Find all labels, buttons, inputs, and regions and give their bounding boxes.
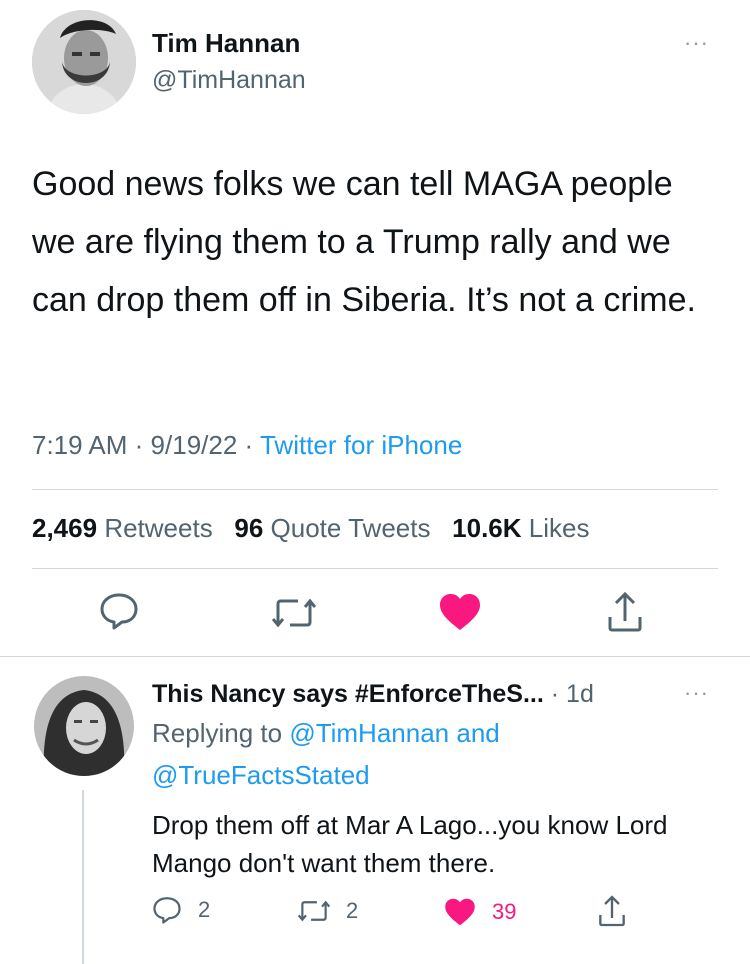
replying-handle-1[interactable]: @TimHannan <box>289 718 449 748</box>
reply-share-icon[interactable] <box>598 894 626 933</box>
reply-author-avatar-image <box>34 676 134 776</box>
share-icon[interactable] <box>607 591 643 633</box>
reply-icon <box>153 897 181 924</box>
reply-time[interactable]: · 1d <box>551 680 594 708</box>
replying-and: and <box>456 718 500 748</box>
reply-text: Drop them off at Mar A Lago...you know L… <box>152 810 668 878</box>
tweet-stats: 2,469 Retweets 96 Quote Tweets 10.6K Lik… <box>32 513 589 544</box>
reply-retweet-action[interactable]: 2 <box>298 898 358 924</box>
replying-handle-2[interactable]: @TrueFactsStated <box>152 760 370 790</box>
divider <box>0 656 750 657</box>
author-avatar[interactable] <box>32 10 136 114</box>
tweet-text: Good news folks we can tell MAGA people … <box>32 165 696 319</box>
author-name[interactable]: Tim Hannan <box>152 28 300 59</box>
reply-author-line: This Nancy says #EnforceTheS... · 1d <box>152 680 594 709</box>
thread-line <box>82 790 84 964</box>
retweet-icon <box>298 900 330 922</box>
reply-reply-action[interactable]: 2 <box>152 896 210 924</box>
tweet-source[interactable]: Twitter for iPhone <box>260 430 462 460</box>
quotes-stat[interactable]: 96 Quote Tweets <box>234 513 430 543</box>
tweet-meta: 7:19 AM · 9/19/22 · Twitter for iPhone <box>32 430 462 461</box>
reply-more-options-icon[interactable]: ··· <box>684 680 709 706</box>
retweets-stat[interactable]: 2,469 Retweets <box>32 513 213 543</box>
reply-count: 2 <box>198 897 211 922</box>
likes-stat[interactable]: 10.6K Likes <box>452 513 589 543</box>
author-handle[interactable]: @TimHannan <box>152 66 306 95</box>
reply-like-count: 39 <box>492 899 517 924</box>
reply-author-avatar[interactable] <box>34 676 134 776</box>
meta-separator: · <box>134 430 144 460</box>
like-icon-filled <box>445 898 475 926</box>
replying-prefix: Replying to <box>152 718 283 748</box>
retweet-icon[interactable] <box>272 596 316 630</box>
meta-separator: · <box>244 430 254 460</box>
reply-retweet-count: 2 <box>346 898 359 923</box>
reply-author-name[interactable]: This Nancy says #EnforceTheS... <box>152 680 544 708</box>
reply-like-action[interactable]: 39 <box>444 898 516 926</box>
divider <box>32 568 718 569</box>
more-options-icon[interactable]: ··· <box>684 30 709 56</box>
author-avatar-image <box>32 10 136 114</box>
like-icon-filled[interactable] <box>439 593 481 631</box>
tweet-time[interactable]: 7:19 AM <box>32 430 127 460</box>
reply-icon[interactable] <box>99 592 139 630</box>
tweet-date[interactable]: 9/19/22 <box>151 430 238 460</box>
replying-to: Replying to @TimHannan and @TrueFactsSta… <box>152 712 712 796</box>
divider <box>32 489 718 490</box>
